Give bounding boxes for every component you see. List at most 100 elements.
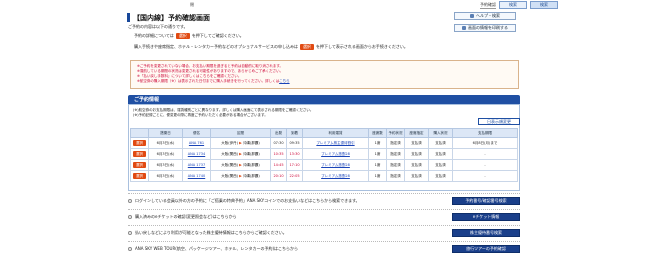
header-nav: 予約確認 検索 検索	[480, 1, 558, 9]
flight-cell: ANA 1737	[182, 159, 211, 171]
fare-cell: プレミアム株主優待割引	[302, 137, 369, 149]
select-cell: 選択	[130, 159, 149, 171]
help-button[interactable]: ヘルプ・検索	[454, 12, 516, 20]
column-header: 支払期限	[452, 128, 518, 138]
reservation-table: 搭乗日 便名 区間 出発 到着 利用運賃 座席数 予約状況 座席指定 購入状況 …	[130, 128, 518, 182]
fare-link[interactable]: プレミアム旅割28	[321, 174, 350, 178]
header-mark: 閉	[190, 2, 194, 7]
purchase-cell: 支払済	[428, 170, 453, 182]
date-cell: 6月3日(水)	[148, 148, 183, 160]
reservation-section-title: ご予約情報	[134, 97, 160, 103]
instruction-line-1: 予約の詳細については 選択 を押下してご確認ください。	[134, 33, 244, 39]
status-cell: 指定済	[386, 170, 405, 182]
instruction-1-prefix: 予約の詳細については	[134, 33, 174, 38]
select-button[interactable]: 選択	[133, 151, 146, 157]
fare-cell: プレミアム旅割28	[302, 170, 369, 182]
tour-reservation-button[interactable]: 旅行ツアーの予約確認	[452, 245, 520, 253]
page-title-text: 【国内線】予約確認画面	[133, 13, 210, 22]
arrival-cell: 17:10	[286, 159, 303, 171]
flight-link[interactable]: ANA 1740	[188, 174, 205, 178]
flight-cell: ANA 1734	[182, 148, 211, 160]
column-header: 区間	[210, 128, 271, 138]
seat-assign-cell: 支払済	[404, 148, 429, 160]
route-cell: 大阪(伊丹) ▶ 沖縄(那覇)	[210, 137, 271, 149]
display-order-button[interactable]: 日表示順変更	[478, 118, 520, 125]
select-button[interactable]: 選択	[133, 173, 146, 179]
date-cell: 6月3日(水)	[148, 137, 183, 149]
reservation-note-2: (※)予約記録ごとに、便変更の際に再度ご予約いただく必要がある場合がございます。	[133, 113, 268, 117]
purchase-cell: 支払済	[428, 148, 453, 160]
fare-cell: プレミアム旅割28	[302, 148, 369, 160]
route-to: 沖縄(那覇)	[242, 173, 260, 178]
select-button[interactable]: 選択	[133, 140, 146, 146]
help-button-label: ヘルプ・検索	[476, 13, 500, 18]
purchase-cell: 支払済	[428, 137, 453, 149]
flight-link[interactable]: ANA 1734	[188, 152, 205, 156]
table-row: 選択 6月3日(水) ANA 1737 大阪(関西) ▶ 沖縄(那覇) 14:4…	[130, 159, 518, 171]
departure-cell: 07:30	[270, 137, 287, 149]
fare-link[interactable]: プレミアム旅割28	[321, 152, 350, 156]
status-cell: 指定済	[386, 137, 405, 149]
column-header: 座席指定	[404, 128, 429, 138]
flight-cell: ANA 761	[182, 137, 211, 149]
action-row: ログインしている会員以外の方の予約に「ご搭乗の特典予約」ANA SKYコインでの…	[128, 194, 520, 208]
route-from: 大阪(伊丹)	[221, 140, 239, 145]
flight-cell: ANA 1740	[182, 170, 211, 182]
bullet-icon	[128, 199, 132, 203]
action-text-label: 払い戻しなどにより利用が可能となった株主優待情報はこちらからご確認ください。	[135, 230, 287, 235]
column-header: 到着	[286, 128, 303, 138]
column-header: 便名	[182, 128, 211, 138]
route-from: 大阪(関西)	[221, 162, 239, 167]
action-text-label: 購入済みのeチケットの確認(変更照会など)はこちらから	[135, 214, 237, 219]
action-row: 購入済みのeチケットの確認(変更照会など)はこちらから eチケット情報	[128, 210, 520, 224]
fare-cell: プレミアム旅割28	[302, 159, 369, 171]
column-header: 搭乗日	[148, 128, 183, 138]
seats-cell: 1席	[368, 170, 387, 182]
route-to: 沖縄(那覇)	[242, 151, 260, 156]
seats-cell: 1席	[368, 159, 387, 171]
route-to: 沖縄(那覇)	[242, 140, 260, 145]
column-header: 予約状況	[386, 128, 405, 138]
select-button[interactable]: 選択	[133, 162, 146, 168]
fare-link[interactable]: プレミアム株主優待割引	[316, 141, 354, 145]
deadline-cell: -	[452, 148, 518, 160]
instruction-line-2: 購入手続きや座席指定、ホテル・レンタカー予約などのオプショナルサービスの申し込み…	[134, 44, 408, 50]
arrow-right-icon: ▶	[239, 140, 242, 145]
eticket-info-button[interactable]: eチケット情報	[452, 213, 520, 221]
status-cell: 指定済	[386, 148, 405, 160]
search-tab-2[interactable]: 検索	[530, 1, 558, 9]
reservation-section-header: ご予約情報	[128, 95, 520, 104]
date-cell: 6月3日(水)	[148, 170, 183, 182]
title-marker	[127, 13, 130, 22]
arrival-cell: 22:05	[286, 170, 303, 182]
print-button[interactable]: 画面の情報を印刷する	[454, 24, 516, 32]
route-to: 沖縄(那覇)	[242, 162, 260, 167]
reservation-notes: (※)航空券のお支払期限は、運賃種別ごとに異なります。詳しくは購入画面にて表示さ…	[133, 108, 313, 118]
mypage-link[interactable]: 予約確認	[480, 2, 496, 9]
arrival-cell: 13:30	[286, 148, 303, 160]
column-header: 座席数	[368, 128, 387, 138]
bullet-icon	[128, 215, 132, 219]
page-subtitle: ご予約の内容は以下の通りです。	[128, 24, 188, 29]
purchase-cell: 支払済	[428, 159, 453, 171]
seat-assign-cell: 支払済	[404, 170, 429, 182]
table-row: 選択 6月3日(水) ANA 761 大阪(伊丹) ▶ 沖縄(那覇) 07:30…	[130, 137, 518, 149]
select-cell: 選択	[130, 170, 149, 182]
seats-cell: 1席	[368, 137, 387, 149]
reservation-number-search-button[interactable]: 予約番号/確認番号検索	[452, 197, 520, 205]
flight-link[interactable]: ANA 1737	[188, 163, 205, 167]
deadline-cell: 6月8日(月)まで	[452, 137, 518, 149]
page-title: 【国内線】予約確認画面	[127, 13, 257, 22]
search-tab[interactable]: 検索	[499, 1, 527, 9]
fare-link[interactable]: プレミアム旅割28	[321, 163, 350, 167]
select-badge-1: 選択	[175, 33, 190, 39]
seat-assign-cell: 支払済	[404, 159, 429, 171]
select-cell: 選択	[130, 148, 149, 160]
route-cell: 大阪(関西) ▶ 沖縄(那覇)	[210, 159, 271, 171]
route-cell: 大阪(関西) ▶ 沖縄(那覇)	[210, 148, 271, 160]
notice-details-link[interactable]: こちら	[279, 79, 290, 83]
flight-link[interactable]: ANA 761	[189, 141, 204, 145]
shareholder-search-button[interactable]: 株主優待番号検索	[452, 229, 520, 237]
route-from: 大阪(関西)	[221, 173, 239, 178]
action-row: ANA SKY WEB TOUR(航空、パッケージツアー、ホテル、レンタカーの予…	[128, 242, 520, 256]
